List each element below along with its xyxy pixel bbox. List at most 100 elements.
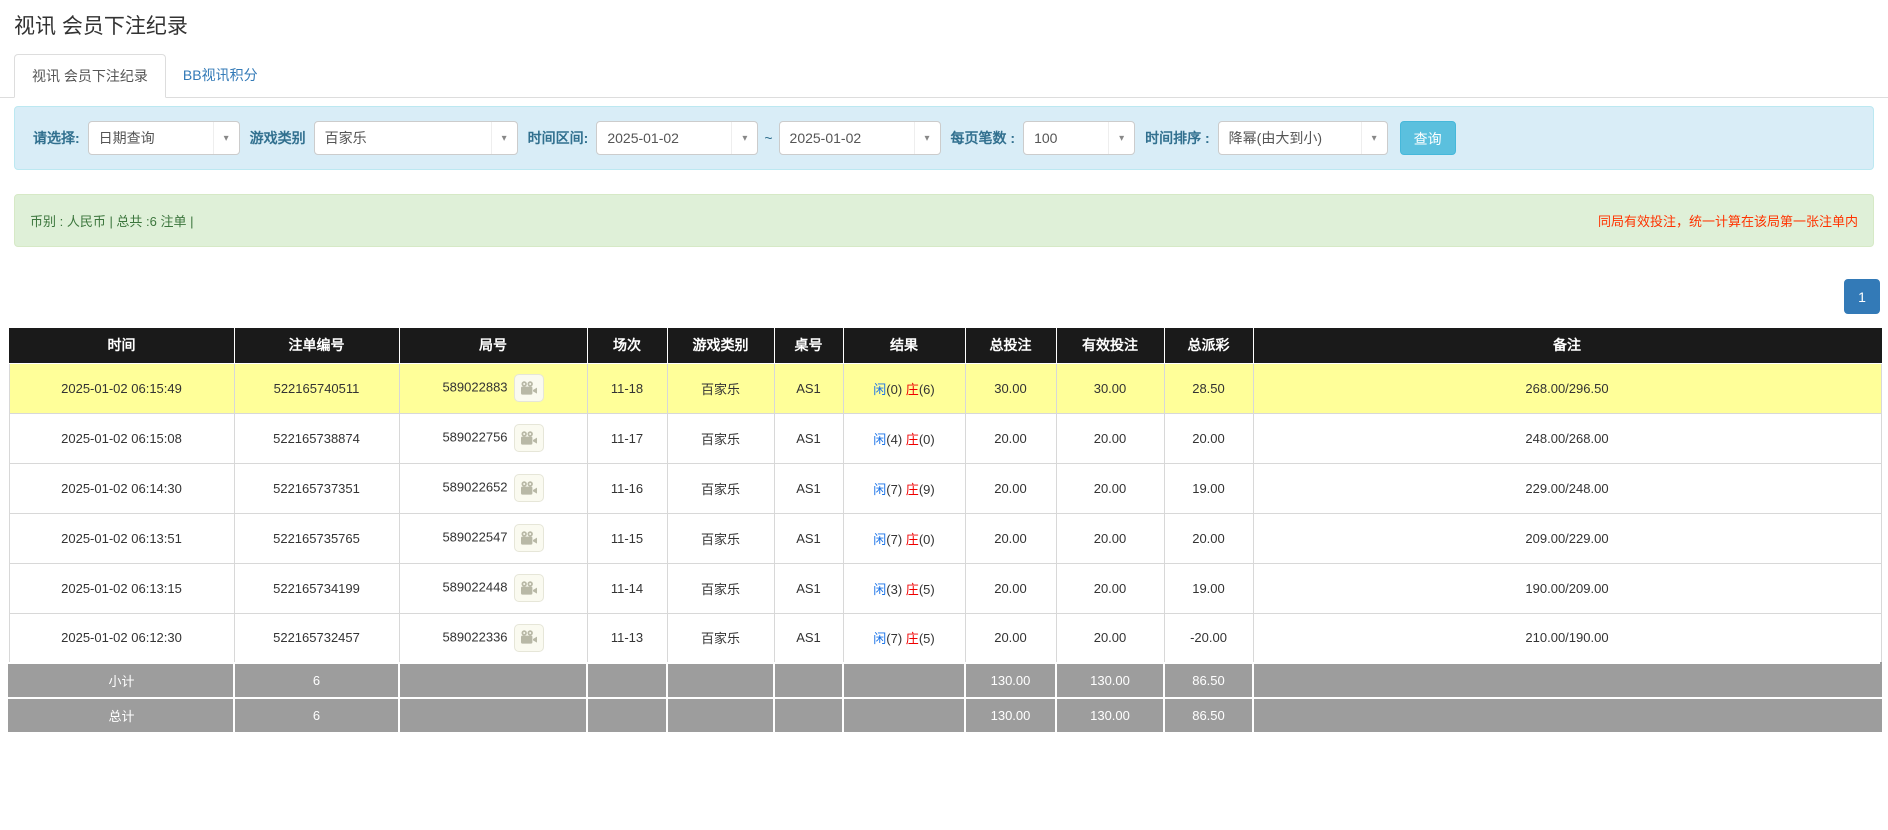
cell-time: 2025-01-02 06:12:30 [9,613,234,663]
video-camera-icon [520,431,537,446]
summary-total-bet: 130.00 [965,698,1056,733]
chevron-down-icon: ▾ [914,122,940,154]
video-camera-icon [520,381,537,396]
result-player-label: 闲 [873,532,886,547]
valid-bet-notice-text: 同局有效投注，统一计算在该局第一张注单内 [1598,211,1858,230]
cell-round-id: 589022547 [399,513,587,563]
round-id-text: 589022652 [442,479,507,494]
subtotal-row: 小计6130.00130.0086.50 [9,663,1881,698]
cell-game-type: 百家乐 [667,463,774,513]
cell-session: 11-16 [587,463,667,513]
tab-video-bet-records[interactable]: 视讯 会员下注纪录 [14,54,166,98]
chevron-down-icon: ▾ [1361,122,1387,154]
tab-bb-video-points[interactable]: BB视讯积分 [166,54,275,98]
cell-remark: 210.00/190.00 [1253,613,1881,663]
query-type-select[interactable]: 日期查询 ▾ [88,121,240,155]
video-replay-button[interactable] [514,524,544,552]
result-banker-score: (0) [919,432,935,447]
header-valid-bet: 有效投注 [1056,328,1164,363]
cell-game-type: 百家乐 [667,613,774,663]
round-id-text: 589022883 [442,379,507,394]
summary-empty-game [667,698,774,733]
summary-total-bet: 130.00 [965,663,1056,698]
cell-remark: 268.00/296.50 [1253,363,1881,413]
summary-bar: 币别 : 人民币 | 总共 :6 注单 | 同局有效投注，统一计算在该局第一张注… [14,194,1874,247]
summary-empty-result [843,698,965,733]
date-to-select[interactable]: 2025-01-02 ▾ [779,121,941,155]
cell-valid-bet: 20.00 [1056,563,1164,613]
table-row: 2025-01-02 06:15:08522165738874589022756… [9,413,1881,463]
cell-payout: -20.00 [1164,613,1253,663]
cell-time: 2025-01-02 06:13:51 [9,513,234,563]
per-page-value: 100 [1024,130,1108,146]
chevron-down-icon: ▾ [1108,122,1134,154]
result-banker-label: 庄 [906,432,919,447]
cell-result: 闲(3) 庄(5) [843,563,965,613]
cell-total-bet[interactable]: 20.00 [965,413,1056,463]
cell-bet-id: 522165734199 [234,563,399,613]
video-replay-button[interactable] [514,374,544,402]
cell-time: 2025-01-02 06:14:30 [9,463,234,513]
grandtotal-row: 总计6130.00130.0086.50 [9,698,1881,733]
search-button[interactable]: 查询 [1400,121,1456,155]
summary-empty-remark [1253,663,1881,698]
filter-panel: 请选择: 日期查询 ▾ 游戏类别 百家乐 ▾ 时间区间: 2025-01-02 … [14,106,1874,170]
cell-session: 11-13 [587,613,667,663]
cell-result: 闲(4) 庄(0) [843,413,965,463]
cell-round-id: 589022448 [399,563,587,613]
time-sort-select[interactable]: 降幂(由大到小) ▾ [1218,121,1388,155]
result-banker-score: (6) [919,382,935,397]
cell-total-bet[interactable]: 20.00 [965,613,1056,663]
summary-empty-round [399,698,587,733]
cell-remark: 229.00/248.00 [1253,463,1881,513]
cell-table-no: AS1 [774,463,843,513]
cell-table-no: AS1 [774,613,843,663]
date-from-select[interactable]: 2025-01-02 ▾ [596,121,758,155]
video-replay-button[interactable] [514,574,544,602]
result-banker-score: (9) [919,482,935,497]
round-id-text: 589022336 [442,629,507,644]
summary-count: 6 [234,698,399,733]
header-round-id: 局号 [399,328,587,363]
result-player-label: 闲 [873,582,886,597]
round-id-text: 589022547 [442,529,507,544]
summary-empty-session [587,698,667,733]
cell-total-bet[interactable]: 20.00 [965,463,1056,513]
page-title: 视讯 会员下注纪录 [14,10,1874,40]
header-result: 结果 [843,328,965,363]
header-remark: 备注 [1253,328,1881,363]
chevron-down-icon: ▾ [731,122,757,154]
summary-count: 6 [234,663,399,698]
summary-empty-table [774,663,843,698]
cell-payout: 20.00 [1164,513,1253,563]
cell-payout: 28.50 [1164,363,1253,413]
cell-result: 闲(7) 庄(0) [843,513,965,563]
table-body: 2025-01-02 06:15:49522165740511589022883… [9,363,1881,733]
video-replay-button[interactable] [514,474,544,502]
round-id-text: 589022756 [442,429,507,444]
cell-round-id: 589022652 [399,463,587,513]
cell-round-id: 589022756 [399,413,587,463]
video-camera-icon [520,481,537,496]
summary-empty-round [399,663,587,698]
cell-table-no: AS1 [774,413,843,463]
header-payout: 总派彩 [1164,328,1253,363]
result-player-label: 闲 [873,382,886,397]
cell-table-no: AS1 [774,513,843,563]
video-replay-button[interactable] [514,424,544,452]
summary-payout: 86.50 [1164,698,1253,733]
cell-remark: 190.00/209.00 [1253,563,1881,613]
cell-total-bet[interactable]: 20.00 [965,563,1056,613]
cell-remark: 248.00/268.00 [1253,413,1881,463]
per-page-select[interactable]: 100 ▾ [1023,121,1135,155]
cell-total-bet[interactable]: 20.00 [965,513,1056,563]
game-type-select[interactable]: 百家乐 ▾ [314,121,518,155]
cell-game-type: 百家乐 [667,413,774,463]
cell-total-bet[interactable]: 30.00 [965,363,1056,413]
summary-label: 总计 [9,698,234,733]
result-player-score: (7) [886,482,906,497]
video-replay-button[interactable] [514,624,544,652]
page-button-1[interactable]: 1 [1844,279,1880,314]
summary-empty-remark [1253,698,1881,733]
cell-valid-bet: 20.00 [1056,613,1164,663]
